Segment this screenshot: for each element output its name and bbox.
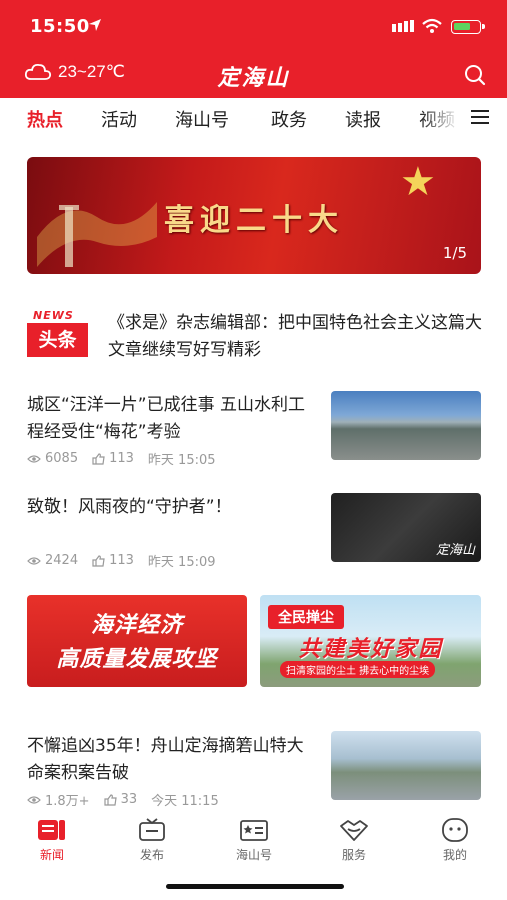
publish-time: 昨天 15:09 [147,555,216,570]
signal-icon [392,20,414,32]
tab-newspaper[interactable]: 读报 [345,106,381,132]
channel-tabs: 热点 活动 海山号 政务 读报 视频 [0,98,507,138]
news-thumbnail[interactable]: 定海山 [331,493,481,562]
bottom-nav-services[interactable]: 服务 [324,818,384,863]
eye-icon [27,556,41,565]
app-header: 15:50 23~27℃ 定海山 [0,0,507,98]
headline-link[interactable]: 《求是》杂志编辑部：把中国特色社会主义这篇大文章继续写好写精彩 [108,310,483,364]
bottom-nav-publish[interactable]: 发布 [122,818,182,863]
status-time: 15:50 [30,16,90,37]
banner-title: 喜迎二十大 [164,203,344,238]
smile-icon [442,818,468,842]
thumbs-up-icon [103,793,117,806]
battery-icon [451,20,485,34]
heart-hands-icon [340,820,368,841]
like-count: 113 [109,451,134,466]
news-title[interactable]: 不懈追凶35年！舟山定海摘箬山特大命案积案告破 [27,733,317,787]
news-thumbnail[interactable] [331,391,481,460]
id-card-icon [240,820,268,841]
publish-time: 今天 11:15 [151,794,219,809]
location-arrow-icon [89,19,101,31]
news-thumbnail[interactable] [331,731,481,800]
banner-pager: 1/5 [442,244,467,262]
news-title[interactable]: 致敬！风雨夜的“守护者”！ [27,494,317,521]
news-title[interactable]: 城区“汪洋一片”已成往事 五山水利工程经受住“梅花”考验 [27,392,317,446]
news-meta: 2424 113 昨天 15:09 [27,551,220,570]
tab-haishan[interactable]: 海山号 [175,106,229,132]
status-bar: 15:50 [0,0,507,52]
search-icon[interactable] [464,64,486,86]
news-meta: 6085 113 昨天 15:05 [27,449,220,468]
tab-government[interactable]: 政务 [271,106,307,132]
bottom-nav-news[interactable]: 新闻 [22,818,82,863]
headline-badge: NEWS 头条 [27,309,88,357]
app-logo: 定海山 [217,65,290,91]
news-icon [38,820,65,840]
view-count: 2424 [45,553,79,568]
banner-carousel[interactable]: ★ 喜迎二十大 1/5 [27,157,481,274]
promo-banner-clean-home[interactable]: 全民掸尘 共建美好家园 扫清家园的尘土 拂去心中的尘埃 [260,595,481,687]
thumbs-up-icon [92,554,105,567]
tv-icon [139,818,165,841]
news-meta: 1.8万+ 33 今天 11:15 [27,790,223,809]
thumbnail-watermark: 定海山 [435,543,475,558]
channel-menu-icon[interactable] [471,109,489,125]
tab-hot[interactable]: 热点 [27,106,63,132]
promo-banner-ocean-economy[interactable]: 海洋经济 高质量发展攻坚 [27,595,247,687]
bottom-nav-mine[interactable]: 我的 [425,818,485,863]
thumbs-up-icon [92,452,105,465]
eye-icon [27,795,41,804]
wifi-icon [422,18,442,33]
view-count: 1.8万+ [45,794,90,809]
publish-time: 昨天 15:05 [147,453,216,468]
like-count: 113 [109,553,134,568]
tab-activities[interactable]: 活动 [101,106,137,132]
bottom-nav-haishan[interactable]: 海山号 [224,818,284,863]
like-count: 33 [120,792,138,807]
eye-icon [27,454,41,463]
home-indicator [166,884,344,889]
view-count: 6085 [45,451,79,466]
